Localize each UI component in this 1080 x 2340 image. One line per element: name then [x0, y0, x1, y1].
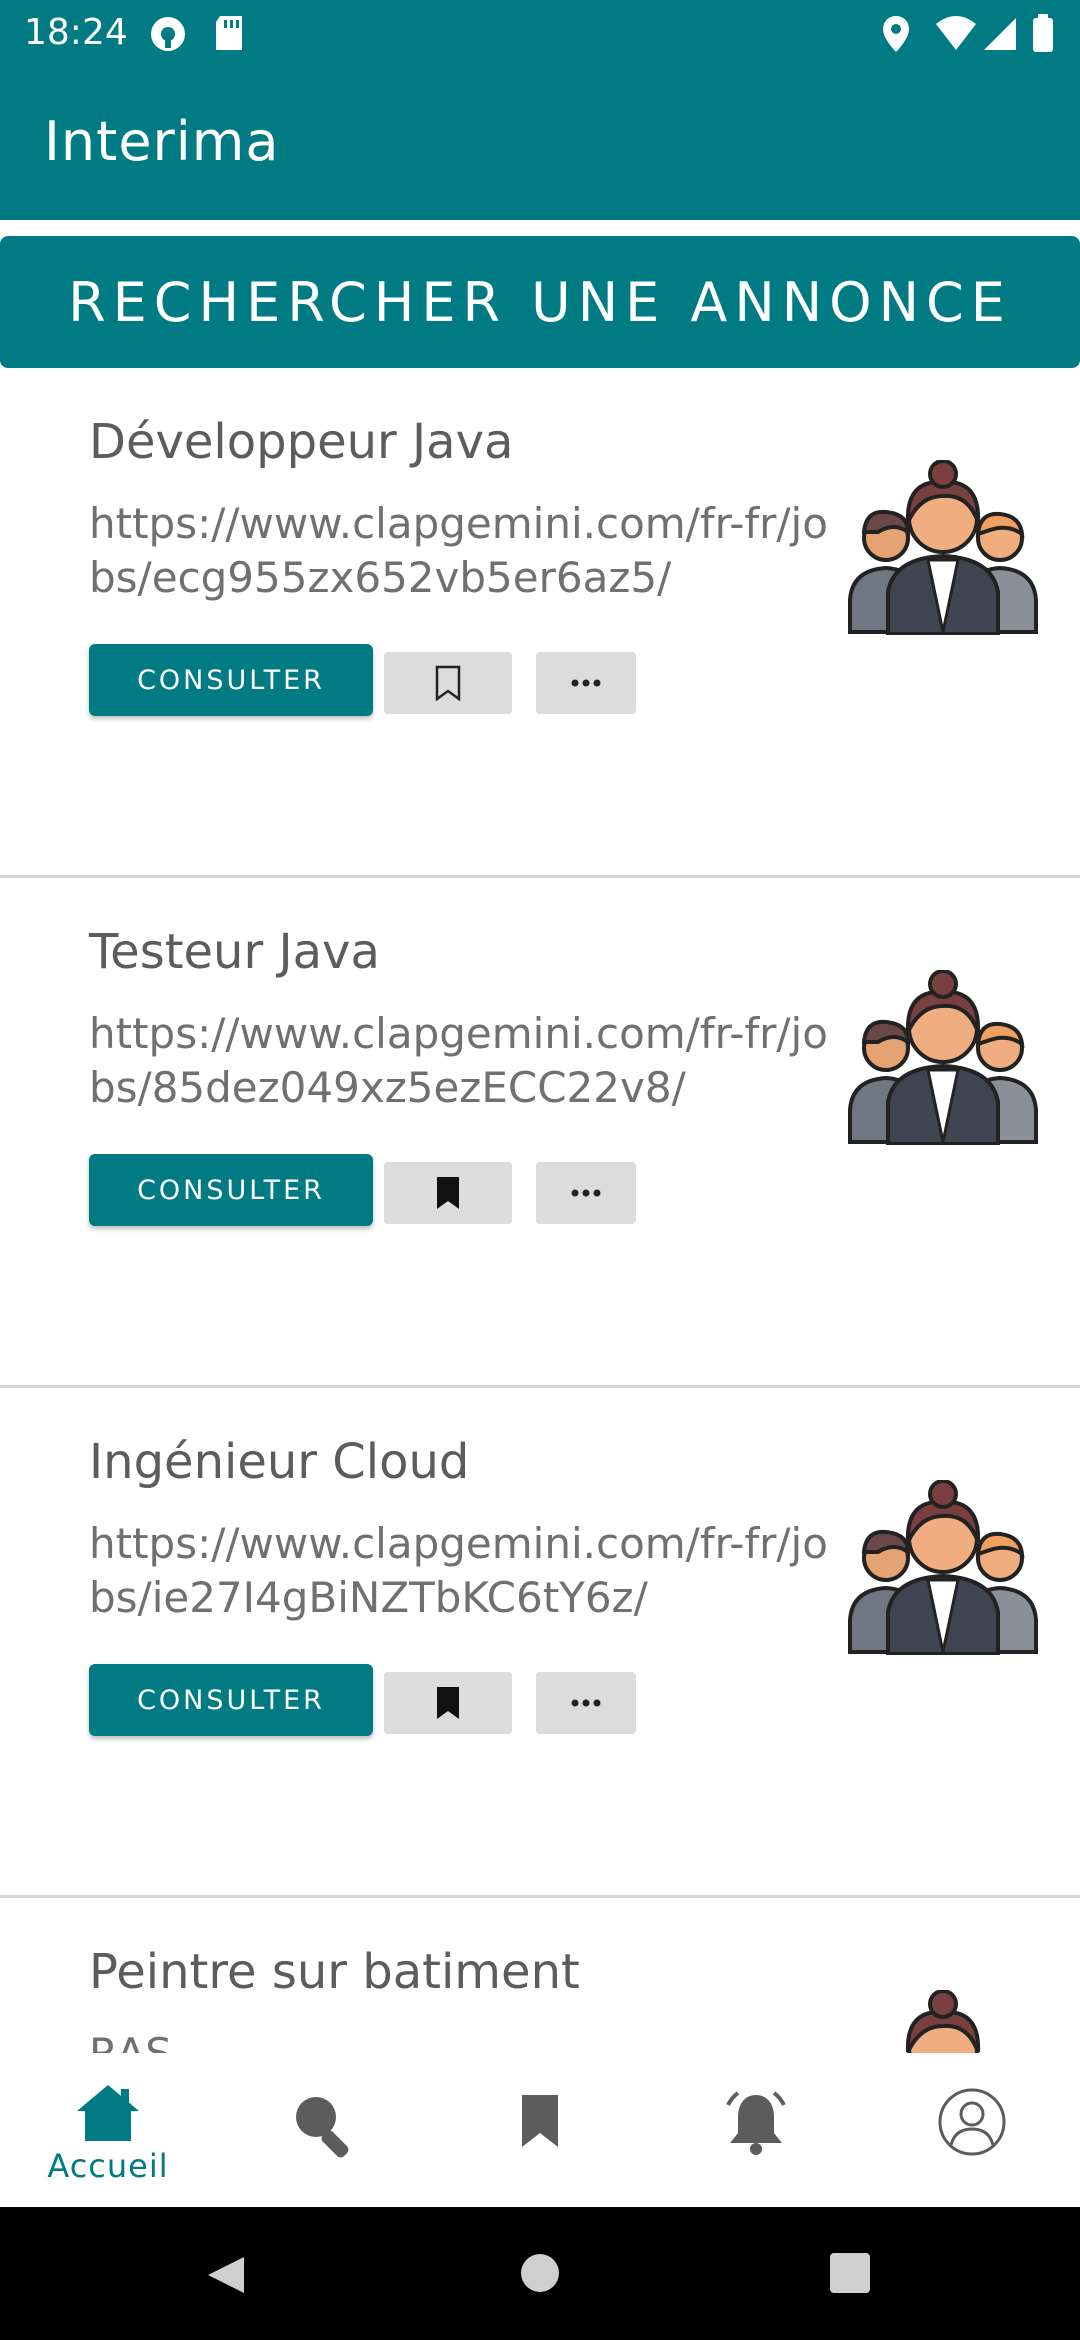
status-time: 18:24 — [24, 12, 128, 53]
pocket-casts-icon — [151, 17, 185, 51]
home-icon — [77, 2085, 139, 2141]
consult-button[interactable]: CONSULTER — [89, 1154, 373, 1226]
app-bar: Interima — [0, 66, 1080, 220]
profile-icon — [938, 2088, 1006, 2156]
search-announcement-button[interactable]: RECHERCHER UNE ANNONCE — [0, 236, 1080, 368]
team-avatar-icon — [848, 1480, 1038, 1655]
bookmark-outline-icon — [435, 665, 461, 701]
consult-button[interactable]: CONSULTER — [89, 1664, 373, 1736]
battery-icon — [1033, 14, 1053, 52]
bookmark-filled-icon — [437, 1687, 459, 1719]
signal-icon — [984, 18, 1016, 50]
bottom-navigation: Accueil — [0, 2053, 1080, 2207]
nav-search[interactable] — [216, 2053, 432, 2207]
job-title: Ingénieur Cloud — [89, 1434, 470, 1490]
more-options-button[interactable] — [536, 1672, 636, 1734]
team-avatar-icon — [848, 970, 1038, 1145]
bookmark-icon — [522, 2095, 558, 2147]
nav-home-label: Accueil — [47, 2147, 169, 2185]
system-navigation-bar — [0, 2207, 1080, 2340]
job-list[interactable]: Développeur Java https://www.clapgemini.… — [0, 368, 1080, 2053]
nav-profile[interactable] — [864, 2053, 1080, 2207]
job-title: Développeur Java — [89, 414, 514, 470]
job-card: Peintre sur batiment RAS — [0, 1898, 1080, 2053]
search-icon — [296, 2097, 349, 2158]
recents-icon[interactable] — [830, 2253, 870, 2293]
more-options-button[interactable] — [536, 1162, 636, 1224]
consult-button[interactable]: CONSULTER — [89, 644, 373, 716]
app-title: Interima — [44, 110, 280, 173]
team-avatar-icon — [905, 1990, 981, 2053]
team-avatar-icon — [848, 460, 1038, 635]
bell-icon — [726, 2091, 786, 2155]
bookmark-button[interactable] — [384, 1672, 512, 1734]
job-title: Testeur Java — [89, 924, 380, 980]
back-icon[interactable] — [204, 2253, 248, 2297]
more-dots-icon — [571, 1699, 601, 1707]
job-card: Ingénieur Cloud https://www.clapgemini.c… — [0, 1388, 1080, 1898]
nav-bookmarks[interactable] — [432, 2053, 648, 2207]
bookmark-button[interactable] — [384, 652, 512, 714]
nav-home[interactable]: Accueil — [0, 2053, 216, 2207]
bookmark-filled-icon — [437, 1177, 459, 1209]
status-bar: 18:24 — [0, 0, 1080, 66]
job-title: Peintre sur batiment — [89, 1944, 580, 2000]
job-url: https://www.clapgemini.com/fr-fr/jobs/ie… — [89, 1519, 828, 1622]
job-card: Développeur Java https://www.clapgemini.… — [0, 368, 1080, 878]
location-icon — [883, 16, 909, 52]
sd-card-icon — [216, 16, 242, 50]
job-url: RAS — [89, 2027, 829, 2053]
more-options-button[interactable] — [536, 652, 636, 714]
more-dots-icon — [571, 679, 601, 687]
bookmark-button[interactable] — [384, 1162, 512, 1224]
job-card: Testeur Java https://www.clapgemini.com/… — [0, 878, 1080, 1388]
wifi-icon — [936, 16, 976, 50]
home-circle-icon[interactable] — [520, 2253, 560, 2293]
job-url: https://www.clapgemini.com/fr-fr/jobs/85… — [89, 1009, 828, 1112]
job-url: https://www.clapgemini.com/fr-fr/jobs/ec… — [89, 499, 828, 602]
nav-notifications[interactable] — [648, 2053, 864, 2207]
more-dots-icon — [571, 1189, 601, 1197]
